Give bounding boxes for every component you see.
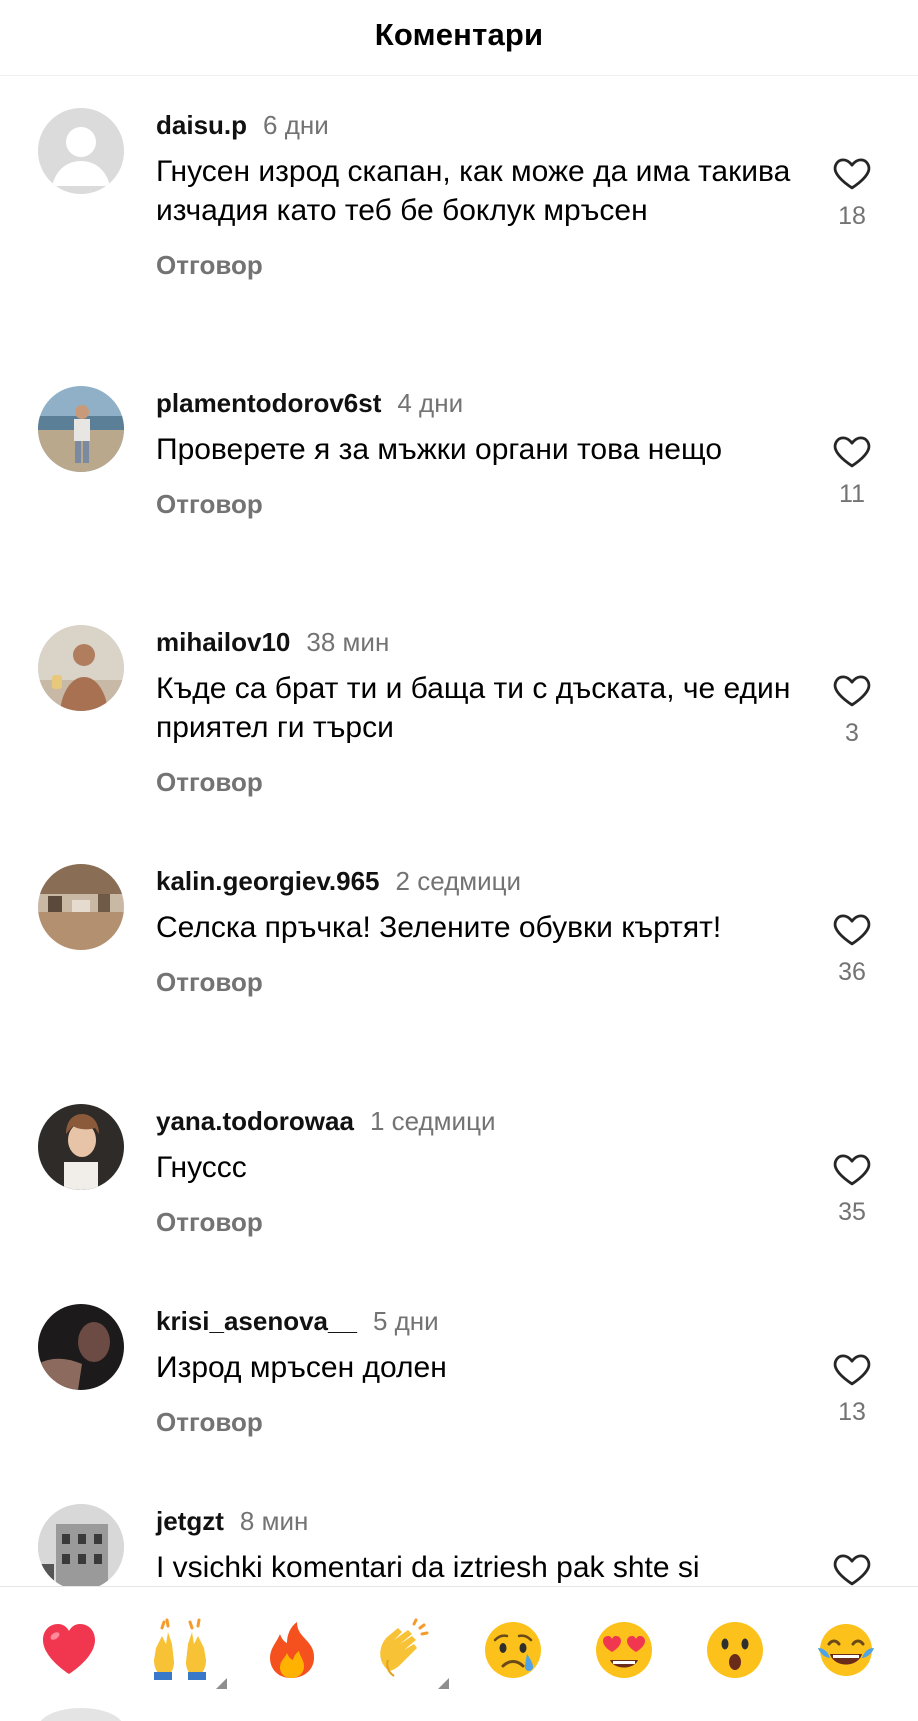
reply-button[interactable]: Отговор <box>156 250 263 281</box>
username[interactable]: jetgzt <box>156 1506 224 1537</box>
comments-header: Коментари <box>0 0 918 76</box>
username[interactable]: mihailov10 <box>156 627 290 658</box>
timestamp: 5 дни <box>372 1305 439 1336</box>
heart-outline-icon[interactable] <box>822 1548 882 1586</box>
heart-outline-icon[interactable] <box>822 430 882 472</box>
timestamp: 38 мин <box>306 626 390 657</box>
like-control: 3 <box>822 669 882 748</box>
like-count: 3 <box>845 719 859 747</box>
like-control: 11 <box>822 430 882 509</box>
crying-face-emoji[interactable] <box>478 1615 548 1685</box>
avatar[interactable] <box>38 864 124 950</box>
username[interactable]: krisi_asenova__ <box>156 1306 357 1337</box>
comment-meta: kalin.georgiev.965 2 седмици <box>156 864 796 898</box>
comment-meta: jetgzt 8 мин <box>156 1504 796 1538</box>
comment-text: I vsichki komentari da iztriesh pak shte… <box>156 1551 700 1584</box>
clapping-hands-emoji[interactable] <box>367 1615 449 1689</box>
reply-button[interactable]: Отговор <box>156 967 263 998</box>
raising-hands-emoji[interactable] <box>145 1615 227 1689</box>
like-control: 35 <box>822 1148 882 1227</box>
comment-body: krisi_asenova__ 5 дни Изрод мръсен долен… <box>156 1304 796 1438</box>
comment-body: yana.todorowaa 1 седмици Гнуссс Отговор <box>156 1104 796 1238</box>
timestamp: 2 седмици <box>395 865 522 896</box>
comments-list[interactable]: daisu.p 6 дни Гнусен изрод скапан, как м… <box>0 76 918 1586</box>
heart-outline-icon[interactable] <box>822 1348 882 1390</box>
username[interactable]: yana.todorowaa <box>156 1106 354 1137</box>
fire-emoji[interactable] <box>256 1615 326 1685</box>
like-control: 18 <box>822 152 882 231</box>
avatar <box>38 1708 124 1721</box>
reply-button[interactable]: Отговор <box>156 489 263 520</box>
heart-outline-icon[interactable] <box>822 908 882 950</box>
comments-screen: Коментари daisu.p 6 дни Гнусен изрод ска… <box>0 0 918 1721</box>
heart-outline-icon[interactable] <box>822 669 882 711</box>
emoji-reaction-bar <box>0 1586 918 1706</box>
comment-text: Гнусен изрод скапан, как може да има так… <box>156 155 791 227</box>
comment-text: Гнуссс <box>156 1151 247 1184</box>
avatar[interactable] <box>38 1304 124 1390</box>
comment-meta: plamentodorov6st 4 дни <box>156 386 796 420</box>
surprised-face-emoji[interactable] <box>700 1615 770 1685</box>
comment-text: Проверете я за мъжки органи това нещо <box>156 433 723 466</box>
comment-body: kalin.georgiev.965 2 седмици Селска пръч… <box>156 864 796 998</box>
like-count: 18 <box>838 202 866 230</box>
username[interactable]: plamentodorov6st <box>156 388 381 419</box>
like-count: 11 <box>839 480 865 508</box>
avatar[interactable] <box>38 1104 124 1190</box>
avatar[interactable] <box>38 108 124 194</box>
timestamp: 6 дни <box>263 109 329 140</box>
timestamp: 8 мин <box>239 1505 309 1536</box>
comment-meta: krisi_asenova__ 5 дни <box>156 1304 796 1338</box>
comment-body: daisu.p 6 дни Гнусен изрод скапан, как м… <box>156 108 796 281</box>
like-count: 36 <box>838 958 866 986</box>
like-count: 13 <box>838 1398 866 1426</box>
comment-text: Изрод мръсен долен <box>156 1351 447 1384</box>
reply-button[interactable]: Отговор <box>156 1407 263 1438</box>
avatar[interactable] <box>38 386 124 472</box>
username[interactable]: daisu.p <box>156 110 247 141</box>
comment-text: Селска пръчка! Зелените обувки къртят! <box>156 911 722 944</box>
comment-meta: daisu.p 6 дни <box>156 108 796 142</box>
reply-button[interactable]: Отговор <box>156 1207 263 1238</box>
comment-meta: yana.todorowaa 1 седмици <box>156 1104 796 1138</box>
like-count: 35 <box>838 1198 866 1226</box>
heart-eyes-emoji[interactable] <box>589 1615 659 1685</box>
avatar[interactable] <box>38 1504 124 1586</box>
timestamp: 1 седмици <box>369 1105 496 1136</box>
tears-of-joy-emoji[interactable] <box>811 1615 881 1685</box>
timestamp: 4 дни <box>397 387 464 418</box>
like-control <box>822 1548 882 1586</box>
comment-body: mihailov10 38 мин Къде са брат ти и баща… <box>156 625 796 798</box>
heart-outline-icon[interactable] <box>822 1148 882 1190</box>
comment-meta: mihailov10 38 мин <box>156 625 796 659</box>
comment-text: Къде са брат ти и баща ти с дъската, че … <box>156 672 791 744</box>
comment-body: jetgzt 8 мин I vsichki komentari da iztr… <box>156 1504 796 1586</box>
reply-button[interactable]: Отговор <box>156 767 263 798</box>
red-heart-emoji[interactable] <box>34 1615 104 1685</box>
page-title: Коментари <box>374 16 544 52</box>
avatar[interactable] <box>38 625 124 711</box>
like-control: 13 <box>822 1348 882 1427</box>
username[interactable]: kalin.georgiev.965 <box>156 866 380 897</box>
like-control: 36 <box>822 908 882 987</box>
comment-body: plamentodorov6st 4 дни Проверете я за мъ… <box>156 386 796 520</box>
heart-outline-icon[interactable] <box>822 152 882 194</box>
emoji-variants-indicator <box>438 1678 449 1689</box>
emoji-variants-indicator <box>216 1678 227 1689</box>
